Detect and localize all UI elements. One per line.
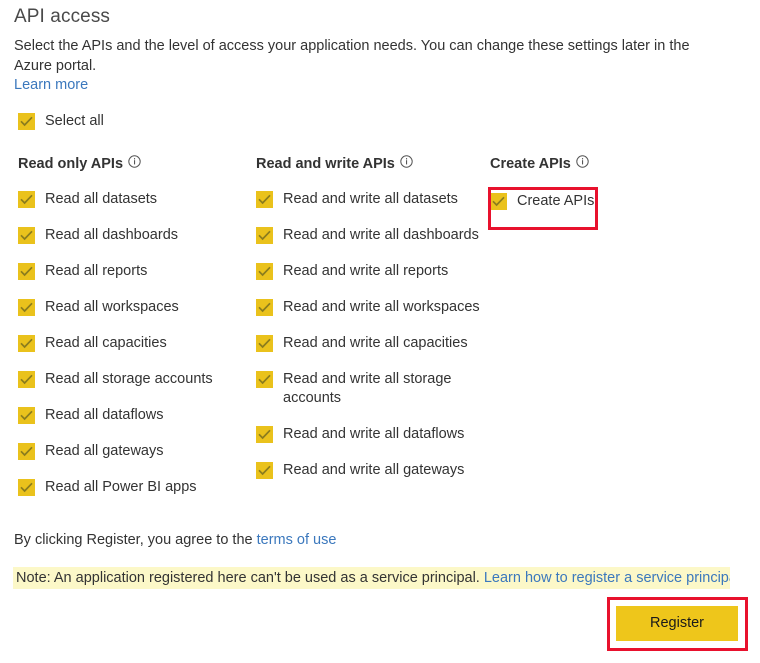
info-circle-icon[interactable] <box>576 154 589 168</box>
read-write-api-item[interactable]: Read and write all reports <box>256 262 481 281</box>
checkbox-checked-icon <box>256 191 273 208</box>
column-heading-read-write: Read and write APIs <box>256 154 481 173</box>
checkbox-label: Read and write all workspaces <box>283 299 480 315</box>
read-only-api-item[interactable]: Read all workspaces <box>18 298 243 317</box>
page-title: API access <box>14 6 111 27</box>
column-create-apis: Create APIs Create APIs <box>490 154 660 228</box>
info-circle-icon[interactable] <box>400 154 413 168</box>
checkbox-label: Read and write all capacities <box>283 335 468 351</box>
read-write-api-item[interactable]: Read and write all gateways <box>256 461 481 480</box>
read-write-api-item[interactable]: Read and write all storage accounts <box>256 370 481 408</box>
checkbox-checked-icon <box>256 263 273 280</box>
read-write-api-item[interactable]: Read and write all capacities <box>256 334 481 353</box>
checkbox-label: Create APIs <box>517 193 595 209</box>
checkbox-label: Read and write all reports <box>283 263 449 279</box>
column-read-write-apis: Read and write APIs Read and write all d… <box>256 154 481 497</box>
checkbox-checked-icon <box>256 462 273 479</box>
learn-more-link[interactable]: Learn more <box>14 76 88 94</box>
column-heading-create-label: Create APIs <box>490 156 571 172</box>
checkbox-label: Read all dataflows <box>45 407 164 423</box>
create-items-list: Create APIs <box>490 192 660 211</box>
column-heading-read-only: Read only APIs <box>18 154 243 173</box>
checkbox-label: Read all Power BI apps <box>45 479 197 495</box>
register-button[interactable]: Register <box>616 606 738 641</box>
checkbox-checked-icon <box>256 335 273 352</box>
checkbox-checked-icon <box>256 227 273 244</box>
read-only-api-item[interactable]: Read all datasets <box>18 190 243 209</box>
checkbox-label: Read and write all dataflows <box>283 426 465 442</box>
checkbox-label: Read and write all gateways <box>283 462 465 478</box>
checkbox-label: Read and write all storage accounts <box>283 371 452 406</box>
checkbox-label: Read all capacities <box>45 335 167 351</box>
read-only-api-item[interactable]: Read all storage accounts <box>18 370 243 389</box>
checkbox-label: Read all datasets <box>45 191 158 207</box>
checkbox-checked-icon <box>490 193 507 210</box>
checkbox-checked-icon <box>256 426 273 443</box>
checkbox-checked-icon <box>18 113 35 130</box>
note-text: Note: An application registered here can… <box>16 570 484 586</box>
read-write-api-item[interactable]: Read and write all workspaces <box>256 298 481 317</box>
checkbox-checked-icon <box>256 299 273 316</box>
api-access-page: API access Select the APIs and the level… <box>0 0 760 663</box>
select-all-checkbox[interactable]: Select all <box>18 112 104 131</box>
read-only-api-item[interactable]: Read all dashboards <box>18 226 243 245</box>
column-heading-read-only-label: Read only APIs <box>18 156 124 172</box>
checkbox-label: Read and write all dashboards <box>283 227 479 243</box>
read-only-api-item[interactable]: Read all Power BI apps <box>18 478 243 497</box>
terms-of-use-link[interactable]: terms of use <box>257 532 337 548</box>
checkbox-label: Read and write all datasets <box>283 191 458 207</box>
create-api-item[interactable]: Create APIs <box>490 192 660 211</box>
terms-prefix: By clicking Register, you agree to the <box>14 532 257 548</box>
select-all-label: Select all <box>45 113 104 129</box>
checkbox-checked-icon <box>18 479 35 496</box>
checkbox-checked-icon <box>18 299 35 316</box>
checkbox-checked-icon <box>18 371 35 388</box>
read-only-api-item[interactable]: Read all reports <box>18 262 243 281</box>
checkbox-label: Read all workspaces <box>45 299 179 315</box>
checkbox-checked-icon <box>18 263 35 280</box>
checkbox-label: Read all reports <box>45 263 148 279</box>
terms-agreement-text: By clicking Register, you agree to the t… <box>14 531 336 550</box>
checkbox-checked-icon <box>18 443 35 460</box>
info-circle-icon[interactable] <box>128 154 141 168</box>
checkbox-checked-icon <box>18 191 35 208</box>
read-only-api-item[interactable]: Read all capacities <box>18 334 243 353</box>
checkbox-label: Read all dashboards <box>45 227 179 243</box>
column-read-only-apis: Read only APIs Read all datasets Read all… <box>18 154 243 514</box>
read-write-api-item[interactable]: Read and write all dataflows <box>256 425 481 444</box>
checkbox-checked-icon <box>256 371 273 388</box>
checkbox-checked-icon <box>18 335 35 352</box>
column-heading-read-write-label: Read and write APIs <box>256 156 395 172</box>
register-service-principal-link[interactable]: Learn how to register a service principa… <box>484 570 730 586</box>
checkbox-label: Read all storage accounts <box>45 371 213 387</box>
read-only-api-item[interactable]: Read all dataflows <box>18 406 243 425</box>
checkbox-checked-icon <box>18 407 35 424</box>
checkbox-label: Read all gateways <box>45 443 164 459</box>
read-only-api-item[interactable]: Read all gateways <box>18 442 243 461</box>
read-only-items-list: Read all datasets Read all dashboards Read… <box>18 190 243 497</box>
read-write-items-list: Read and write all datasets Read and writ… <box>256 190 481 480</box>
read-write-api-item[interactable]: Read and write all datasets <box>256 190 481 209</box>
read-write-api-item[interactable]: Read and write all dashboards <box>256 226 481 245</box>
checkbox-checked-icon <box>18 227 35 244</box>
column-heading-create: Create APIs <box>490 154 660 173</box>
service-principal-note: Note: An application registered here can… <box>13 567 730 589</box>
page-description: Select the APIs and the level of access … <box>14 38 690 74</box>
